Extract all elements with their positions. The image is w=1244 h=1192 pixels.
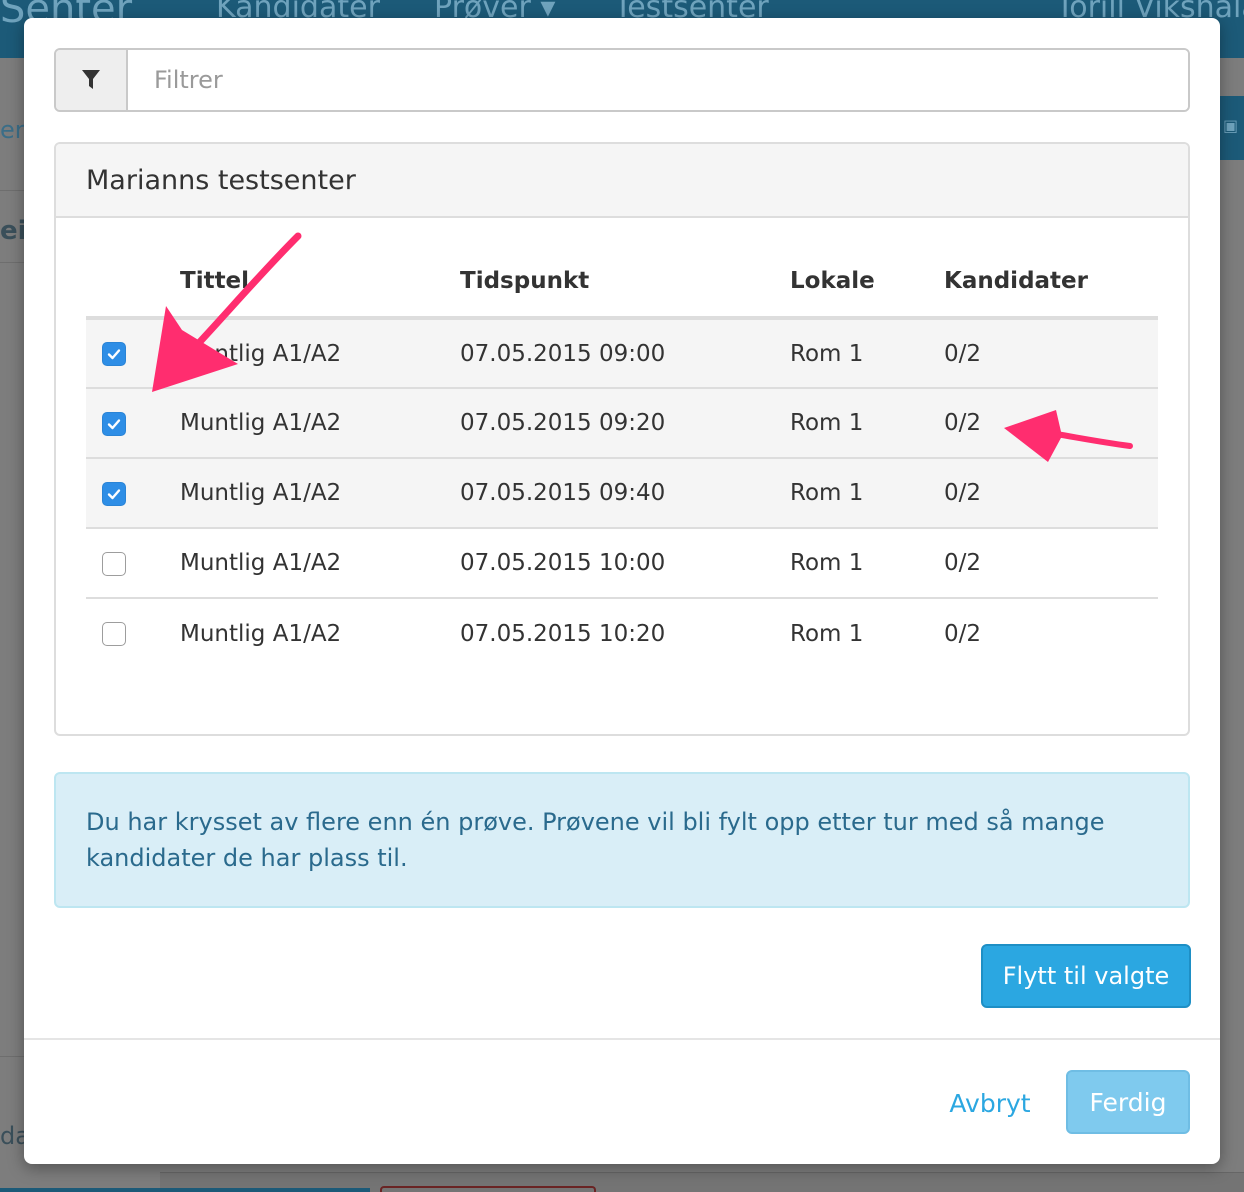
background-tab-outline — [380, 1186, 596, 1192]
table-row: Muntlig A1/A2 07.05.2015 10:00 Rom 1 0/2 — [86, 528, 1158, 599]
filter-input[interactable] — [130, 50, 1188, 110]
filter-icon — [82, 70, 100, 89]
row-room: Rom 1 — [790, 620, 864, 647]
header-select — [86, 246, 180, 320]
header-candidates: Kandidater — [944, 246, 1158, 320]
header-title: Tittel — [180, 246, 460, 320]
row-time: 07.05.2015 10:20 — [460, 620, 666, 647]
move-candidates-modal: Marianns testsenter Tittel Tidspunkt Lok… — [24, 18, 1220, 1164]
cancel-button[interactable]: Avbryt — [930, 1072, 1050, 1134]
row-room: Rom 1 — [790, 318, 944, 389]
sessions-table: Tittel Tidspunkt Lokale Kandidater Muntl… — [86, 246, 1158, 668]
row-time: 07.05.2015 09:20 — [460, 388, 790, 459]
row-title: Muntlig A1/A2 — [180, 458, 460, 529]
row-room: Rom 1 — [790, 458, 944, 529]
modal-footer-divider — [24, 1038, 1220, 1040]
background-fragment: ei — [0, 216, 27, 246]
background-blue-strip — [0, 1188, 370, 1192]
row-checkbox[interactable] — [102, 481, 126, 506]
table-row: Muntlig A1/A2 07.05.2015 10:20 Rom 1 0/2 — [86, 598, 1158, 668]
background-divider — [0, 190, 24, 191]
row-candidates: 0/2 — [944, 528, 1158, 599]
checkmark-icon — [107, 418, 121, 429]
row-checkbox[interactable] — [102, 622, 126, 646]
testcenter-panel: Marianns testsenter Tittel Tidspunkt Lok… — [54, 142, 1190, 736]
row-title: Muntlig A1/A2 — [180, 528, 460, 599]
row-checkbox[interactable] — [102, 342, 126, 366]
table-row: Muntlig A1/A2 07.05.2015 09:00 Rom 1 0/2 — [86, 318, 1158, 389]
table-body: Muntlig A1/A2 07.05.2015 09:00 Rom 1 0/2… — [86, 318, 1158, 668]
table-header-row: Tittel Tidspunkt Lokale Kandidater — [86, 246, 1158, 320]
info-alert: Du har krysset av flere enn én prøve. Pr… — [54, 772, 1190, 908]
move-to-selected-button[interactable]: Flytt til valgte — [981, 944, 1191, 1008]
row-room: Rom 1 — [790, 528, 944, 599]
table-row: Muntlig A1/A2 07.05.2015 09:20 Rom 1 0/2 — [86, 388, 1158, 459]
save-icon: ▣ — [1223, 116, 1239, 135]
row-time: 07.05.2015 10:00 — [460, 528, 790, 599]
background-divider — [0, 262, 24, 263]
background-save-button: ▣ — [1220, 96, 1244, 160]
row-room: Rom 1 — [790, 388, 944, 459]
checkmark-icon — [107, 349, 121, 360]
row-candidates: 0/2 — [944, 318, 1158, 389]
table-row: Muntlig A1/A2 07.05.2015 09:40 Rom 1 0/2 — [86, 458, 1158, 529]
panel-title: Marianns testsenter — [56, 144, 1188, 218]
row-candidates: 0/2 — [944, 388, 1158, 459]
row-title: Muntlig A1/A2 — [180, 318, 460, 389]
row-time: 07.05.2015 09:00 — [460, 318, 790, 389]
header-room: Lokale — [790, 246, 944, 320]
done-button[interactable]: Ferdig — [1066, 1070, 1190, 1134]
row-title: Muntlig A1/A2 — [180, 620, 342, 647]
header-time: Tidspunkt — [460, 246, 790, 320]
row-candidates: 0/2 — [944, 620, 982, 647]
background-fragment: er — [0, 116, 25, 144]
filter-addon — [56, 50, 128, 110]
row-candidates: 0/2 — [944, 458, 1158, 529]
row-checkbox[interactable] — [102, 551, 126, 576]
filter-group — [54, 48, 1190, 112]
background-divider — [0, 1056, 24, 1057]
row-title: Muntlig A1/A2 — [180, 388, 460, 459]
row-checkbox[interactable] — [102, 411, 126, 436]
checkmark-icon — [107, 488, 121, 499]
row-time: 07.05.2015 09:40 — [460, 458, 790, 529]
